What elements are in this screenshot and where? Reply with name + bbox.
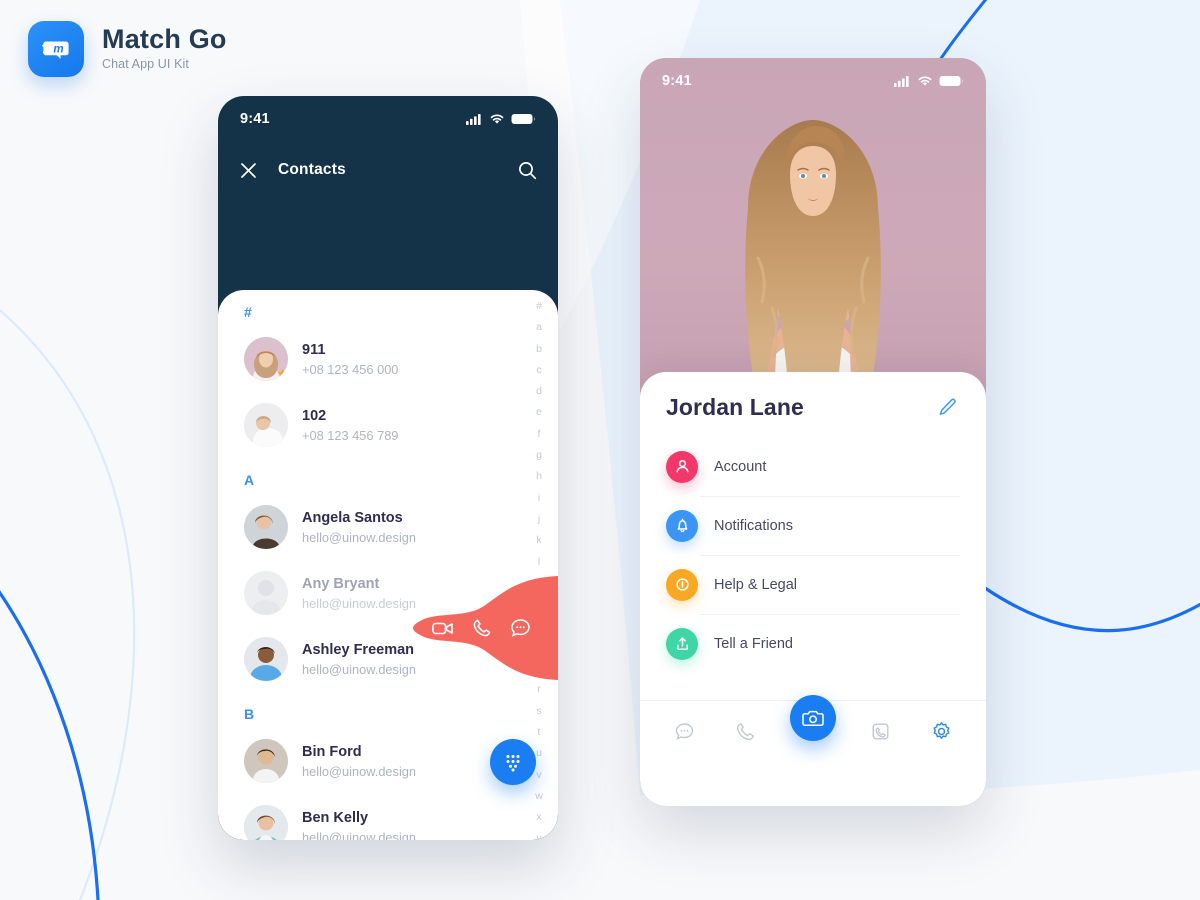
share-icon — [666, 627, 698, 660]
bell-icon — [666, 509, 698, 542]
swipe-action-panel[interactable] — [408, 576, 558, 680]
search-icon[interactable] — [516, 159, 538, 181]
contacts-navbar: Contacts — [218, 142, 558, 198]
woman-teal-avatar — [244, 805, 288, 840]
screenshot-canvas: m Match Go Chat App UI Kit 9:41 Contacts… — [0, 0, 1200, 900]
profile-card: Jordan Lane Account Notifications Help &… — [640, 372, 986, 806]
contact-subtitle: +08 123 456 000 — [302, 362, 399, 378]
camera-icon[interactable] — [789, 694, 836, 741]
status-time: 9:41 — [240, 111, 270, 127]
person-grey-avatar — [244, 571, 288, 615]
contact-row[interactable]: 102 +08 123 456 789 — [218, 392, 558, 458]
status-bar-right: 9:41 — [640, 58, 986, 104]
info-icon — [666, 568, 698, 601]
profile-menu: Account Notifications Help & Legal Tell … — [640, 431, 986, 673]
contact-subtitle: hello@uinow.design — [302, 530, 417, 546]
contact-info: Bin Ford hello@uinow.design — [302, 743, 416, 779]
woman-pink-avatar: ★ — [244, 337, 288, 381]
status-time: 9:41 — [662, 73, 692, 89]
contact-info: 102 +08 123 456 789 — [302, 407, 398, 443]
contact-subtitle: hello@uinow.design — [302, 596, 417, 612]
video-call-icon[interactable] — [428, 613, 458, 643]
woman-white-avatar — [244, 403, 288, 447]
wifi-icon — [918, 76, 932, 86]
swipe-action-icons — [408, 576, 558, 680]
brand-logo-lockup: m Match Go Chat App UI Kit — [28, 21, 227, 77]
menu-item-label: Help & Legal — [714, 576, 798, 593]
contact-name: 911 — [302, 341, 326, 358]
phone-contacts-screen: 9:41 Contacts # a b c d e f g h i j k l … — [218, 96, 558, 840]
battery-icon — [511, 114, 535, 124]
contact-row[interactable]: Angela Santos hello@uinow.design — [218, 494, 558, 560]
man-blue-avatar — [244, 637, 288, 681]
contact-info: 911 +08 123 456 000 — [302, 341, 398, 377]
contact-subtitle: hello@uinow.design — [302, 764, 417, 780]
menu-item-account[interactable]: Account — [640, 437, 986, 496]
wifi-icon — [490, 114, 504, 124]
person-icon — [666, 450, 698, 483]
menu-item-tell-a-friend[interactable]: Tell a Friend — [640, 614, 986, 673]
contact-info: Ashley Freeman hello@uinow.design — [302, 641, 416, 677]
contact-subtitle: hello@uinow.design — [302, 662, 417, 678]
contact-info: Angela Santos hello@uinow.design — [302, 509, 416, 545]
pencil-icon[interactable] — [934, 395, 960, 421]
contact-name: 102 — [302, 407, 327, 424]
profile-header: Jordan Lane — [640, 372, 986, 431]
battery-icon — [939, 76, 963, 86]
menu-item-notifications[interactable]: Notifications — [640, 496, 986, 555]
contact-name: Any Bryant — [302, 575, 380, 592]
contact-subtitle: +08 123 456 789 — [302, 428, 399, 444]
status-indicators — [466, 113, 536, 125]
signal-icon — [466, 114, 481, 125]
phone-icon[interactable] — [729, 715, 763, 749]
menu-item-label: Tell a Friend — [714, 635, 793, 652]
settings-gear-icon[interactable] — [924, 715, 958, 749]
signal-icon — [894, 76, 909, 87]
menu-item-help-legal[interactable]: Help & Legal — [640, 555, 986, 614]
message-icon[interactable] — [506, 613, 536, 643]
background-decoration — [0, 0, 1200, 900]
contact-name: Angela Santos — [302, 509, 403, 526]
brand-subtitle: Chat App UI Kit — [102, 57, 189, 72]
section-header: B — [244, 706, 255, 722]
contact-row[interactable]: Ben Kelly hello@uinow.design — [218, 794, 558, 840]
page-title: Contacts — [278, 161, 346, 178]
contact-name: Ashley Freeman — [302, 641, 415, 658]
chat-bubble-logo-icon: m — [28, 21, 84, 77]
phone-call-icon[interactable] — [467, 613, 497, 643]
woman-tee-avatar — [244, 739, 288, 783]
bottom-tab-bar — [640, 694, 986, 762]
menu-item-label: Account — [714, 458, 767, 475]
contact-name: Bin Ford — [302, 743, 362, 760]
brand-title: Match Go — [102, 23, 227, 54]
contact-info: Ben Kelly hello@uinow.design — [302, 809, 416, 840]
menu-item-label: Notifications — [714, 517, 793, 534]
contact-info: Any Bryant hello@uinow.design — [302, 575, 416, 611]
close-icon[interactable] — [238, 160, 258, 180]
contact-subtitle: hello@uinow.design — [302, 830, 417, 840]
status-bar-left: 9:41 — [218, 96, 558, 142]
contact-card-icon[interactable] — [863, 715, 897, 749]
favorite-star-icon: ★ — [276, 366, 288, 381]
section-header: A — [244, 472, 255, 488]
svg-text:m: m — [53, 43, 63, 55]
woman-brown-avatar — [244, 505, 288, 549]
contact-row[interactable]: ★ 911 +08 123 456 000 — [218, 326, 558, 392]
section-header: # — [244, 304, 252, 320]
contacts-sheet: # a b c d e f g h i j k l m n o p q r s — [218, 290, 558, 840]
dialpad-fab-button[interactable] — [490, 739, 536, 785]
contact-name: Ben Kelly — [302, 809, 369, 826]
chat-icon[interactable] — [668, 715, 702, 749]
profile-name: Jordan Lane — [666, 394, 804, 420]
phone-profile-screen: 9:41 Jordan Lane Account Notifications H… — [640, 58, 986, 806]
status-indicators — [894, 75, 964, 87]
